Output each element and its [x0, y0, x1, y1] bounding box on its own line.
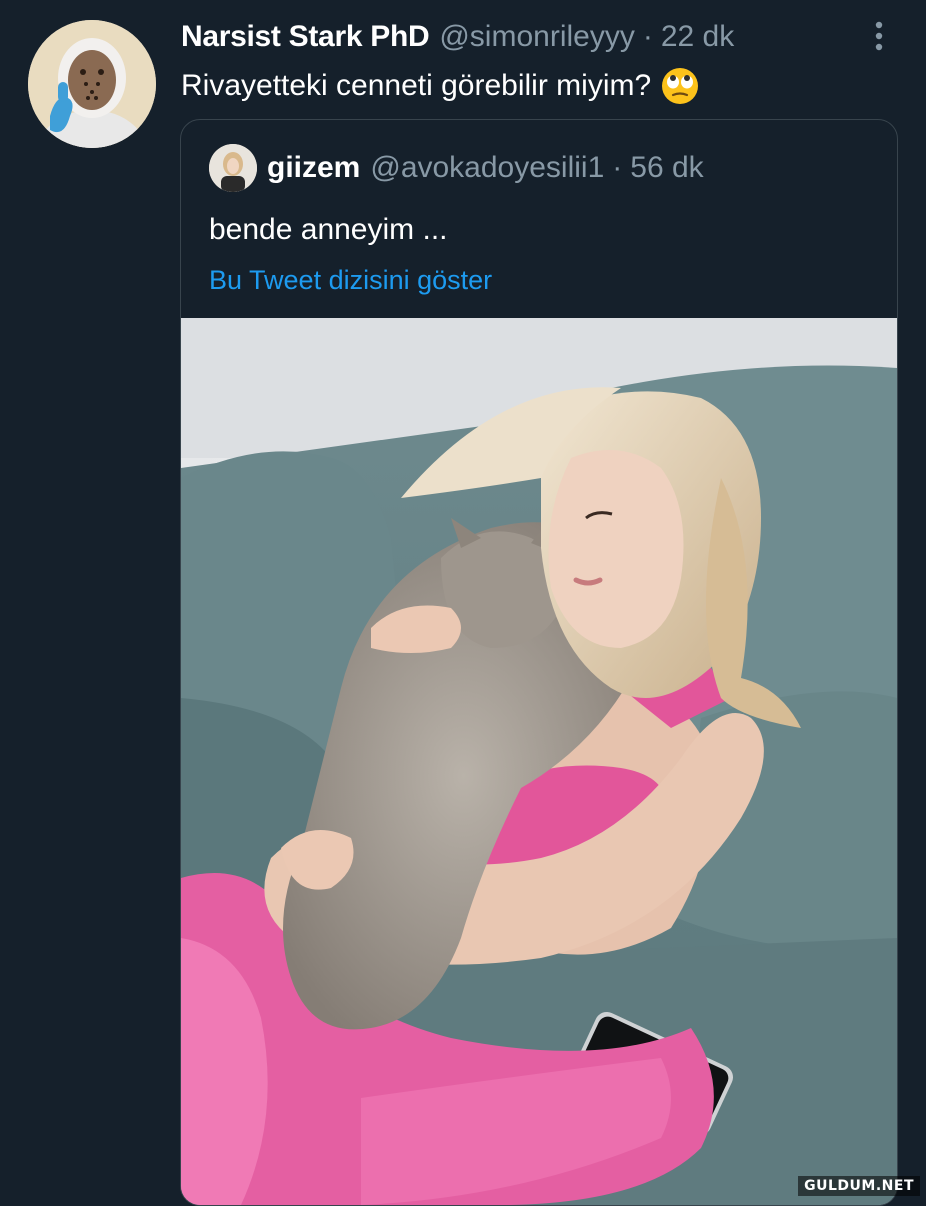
quoted-tweet-header: giizem @avokadoyesilii1 · 56 dk: [209, 144, 704, 192]
face-with-rolling-eyes-emoji: [661, 67, 699, 105]
quoted-author-name[interactable]: giizem: [267, 151, 360, 185]
author-name[interactable]: Narsist Stark PhD: [181, 20, 430, 54]
quoted-tweet-photo[interactable]: [181, 318, 897, 1205]
more-vertical-icon: [875, 21, 883, 51]
separator-dot: ·: [612, 151, 623, 184]
author-avatar[interactable]: [28, 20, 156, 148]
tweet-timestamp[interactable]: 22 dk: [661, 20, 734, 54]
site-watermark: GULDUM.NET: [798, 1176, 920, 1196]
separator-dot: ·: [642, 20, 653, 53]
quoted-author-handle[interactable]: @avokadoyesilii1: [370, 151, 604, 185]
more-options-button[interactable]: [858, 16, 900, 56]
quoted-author-avatar[interactable]: [209, 144, 257, 192]
tweet-body: Rivayetteki cenneti görebilir miyim?: [181, 69, 652, 102]
author-handle[interactable]: @simonrileyyy: [439, 20, 634, 54]
quoted-tweet-text: bende anneyim ...: [209, 213, 448, 246]
quoted-tweet-timestamp[interactable]: 56 dk: [630, 151, 703, 185]
show-thread-link[interactable]: Bu Tweet dizisini göster: [209, 256, 492, 304]
tweet-text: Rivayetteki cenneti görebilir miyim?: [181, 64, 699, 108]
tweet-header: Narsist Stark PhD @simonrileyyy · 22 dk: [181, 14, 734, 60]
tweet[interactable]: Narsist Stark PhD @simonrileyyy · 22 dk …: [0, 0, 926, 1206]
quoted-tweet[interactable]: giizem @avokadoyesilii1 · 56 dk bende an…: [180, 119, 898, 1206]
